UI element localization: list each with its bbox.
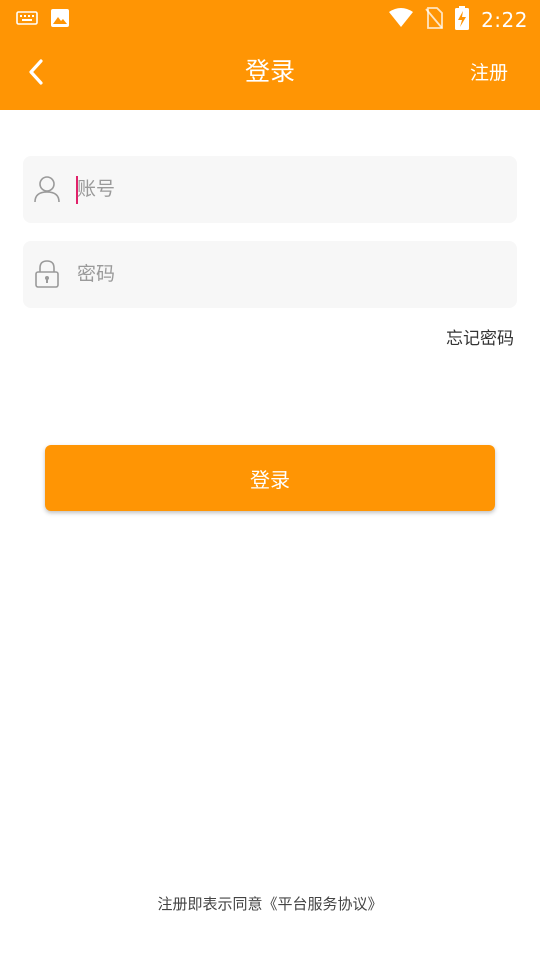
forgot-password-link[interactable]: 忘记密码 (446, 326, 514, 352)
status-right: 2:22 (389, 6, 528, 34)
battery-charging-icon (455, 6, 470, 34)
password-field[interactable]: 密码 (23, 241, 517, 308)
user-icon (34, 175, 60, 203)
status-left (16, 8, 70, 32)
keyboard-icon (16, 10, 38, 30)
account-field[interactable]: 账号 (23, 156, 517, 223)
no-sim-icon (425, 7, 443, 33)
app-bar: 登录 注册 (0, 36, 540, 110)
status-time: 2:22 (481, 8, 528, 32)
status-bar: 2:22 (0, 0, 540, 36)
account-placeholder: 账号 (77, 178, 116, 200)
wifi-icon (389, 8, 414, 32)
page-title: 登录 (244, 57, 295, 86)
lock-icon (34, 260, 60, 288)
login-screen: 2:22 登录 注册 账号 密码 忘记密码 登录 注册即表示同意《平台服务协议》 (0, 0, 540, 960)
password-placeholder: 密码 (77, 263, 116, 285)
register-link[interactable]: 注册 (470, 58, 508, 88)
login-button[interactable]: 登录 (45, 445, 495, 511)
agreement-link[interactable]: 注册即表示同意《平台服务协议》 (0, 892, 540, 916)
image-icon (50, 8, 70, 32)
header: 2:22 登录 注册 (0, 0, 540, 110)
